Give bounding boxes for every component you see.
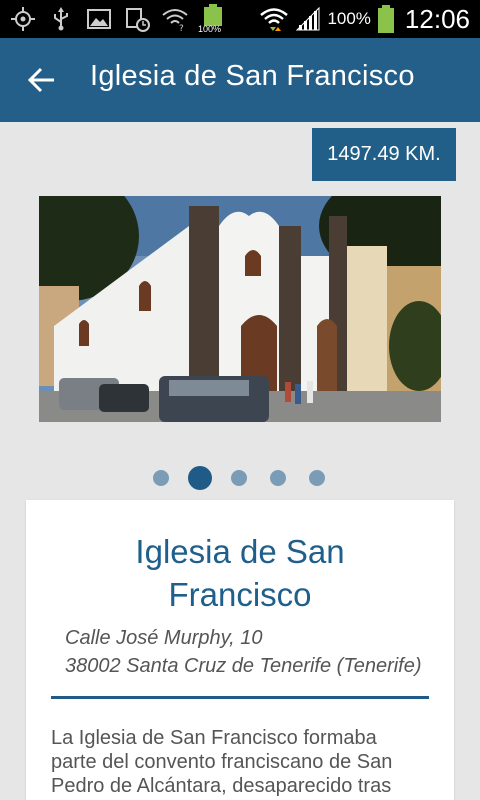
- arrow-back-icon[interactable]: [24, 62, 60, 98]
- notification-icons: ? 100%: [10, 4, 226, 34]
- clock: 12:06: [404, 3, 470, 34]
- wifi-question-icon: ?: [162, 9, 188, 32]
- carousel-dot[interactable]: [231, 470, 247, 486]
- place-title-line1: Iglesia de San: [135, 533, 345, 570]
- page-title: Iglesia de San Francisco: [90, 60, 415, 92]
- usb-icon: [54, 7, 68, 31]
- carousel-dot[interactable]: [270, 470, 286, 486]
- battery-full-notification: 100%: [198, 4, 226, 34]
- wifi-icon: [260, 8, 289, 31]
- battery-notification-icon: [204, 4, 222, 26]
- battery-icon: [377, 5, 394, 33]
- info-card: Iglesia de San Francisco Calle José Murp…: [26, 500, 454, 800]
- church-photo[interactable]: [39, 196, 441, 422]
- address: Calle José Murphy, 10 38002 Santa Cruz d…: [65, 624, 422, 680]
- distance-badge: 1497.49 KM.: [312, 128, 456, 181]
- svg-text:?: ?: [179, 24, 184, 32]
- description-line3: Pedro de Alcántara, desaparecido tras: [51, 775, 392, 797]
- carousel-dot-active[interactable]: [188, 466, 212, 490]
- gps-icon: [11, 7, 35, 31]
- description: La Iglesia de San Francisco formaba part…: [51, 726, 431, 798]
- place-title: Iglesia de San Francisco: [26, 530, 454, 616]
- address-line1: Calle José Murphy, 10: [65, 627, 263, 649]
- battery-notification-label: 100%: [198, 24, 222, 34]
- place-title-line2: Francisco: [168, 576, 312, 613]
- carousel-dot[interactable]: [309, 470, 325, 486]
- status-bar: ? 100% 100% 12:06: [0, 0, 480, 38]
- system-icons: 100% 12:06: [259, 2, 470, 36]
- description-line1: La Iglesia de San Francisco formaba: [51, 727, 377, 749]
- screenshot-icon: [126, 8, 150, 32]
- signal-icon: [296, 6, 320, 31]
- address-line2: 38002 Santa Cruz de Tenerife (Tenerife): [65, 655, 422, 677]
- description-line2: parte del convento franciscano de San: [51, 751, 393, 773]
- carousel-indicator: [0, 466, 480, 490]
- app-bar: Iglesia de San Francisco: [0, 38, 480, 122]
- divider: [51, 696, 429, 699]
- image-icon: [87, 9, 111, 29]
- battery-percent: 100%: [327, 9, 371, 28]
- church-image: [39, 196, 441, 422]
- carousel-dot[interactable]: [153, 470, 169, 486]
